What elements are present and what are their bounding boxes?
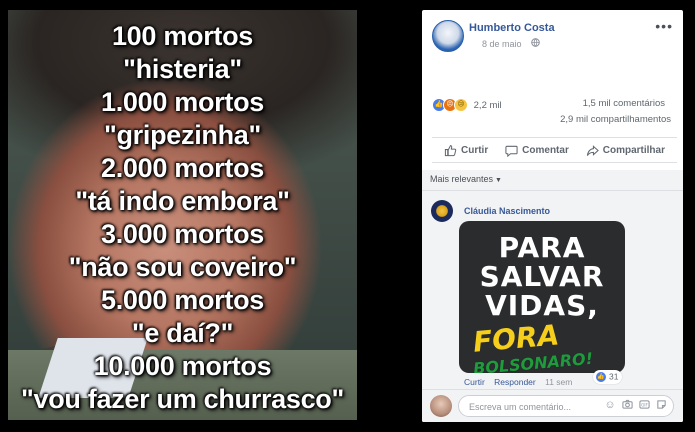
meme-line: 2.000 mortos [101,153,264,183]
reactions-summary[interactable]: 👍 😠 😢 2,2 mil 1,5 mil comentários [432,98,677,112]
share-button[interactable]: Compartilhar [578,140,673,161]
comment-button-label: Comentar [522,144,569,156]
sticker-line: PARA [498,231,586,264]
meme-line: 3.000 mortos [101,219,264,249]
post-action-bar: Curtir Comentar Compartilhar [432,137,677,163]
comment-button[interactable]: Comentar [497,140,577,161]
comment-actions: Curtir Responder 11 sem [464,377,579,387]
like-button[interactable]: Curtir [436,140,496,161]
comment-time[interactable]: 11 sem [545,377,572,387]
meme-line: "gripezinha" [103,120,262,150]
comment-reaction-count: 31 [609,371,619,382]
meme-line: "e daí?" [131,318,234,348]
meme-line: 1.000 mortos [101,87,264,117]
like-reaction-icon: 👍 [595,371,607,383]
sticker-icon[interactable] [655,399,667,411]
svg-text:GIF: GIF [641,402,648,407]
comment-reactions[interactable]: 👍 31 [593,370,623,384]
meme-line: "vou fazer um churrasco" [21,384,344,414]
meme-image[interactable]: 100 mortos "histeria" 1.000 mortos "grip… [8,10,357,420]
gif-icon[interactable]: GIF [638,399,650,411]
comment-filter-dropdown[interactable]: Mais relevantes ▼ [430,174,502,184]
sticker-line: SALVAR [479,260,605,293]
comment-like-link[interactable]: Curtir [464,377,485,387]
comment-input[interactable] [467,398,591,416]
comment-reply-link[interactable]: Responder [494,377,536,387]
post-date[interactable]: 8 de maio [482,39,522,49]
more-options-icon[interactable]: ••• [655,18,673,34]
current-user-avatar[interactable] [430,395,452,417]
share-icon [586,144,599,156]
camera-icon[interactable] [621,399,633,411]
author-avatar[interactable] [432,20,464,52]
sticker-line: VIDAS, [485,289,599,322]
meme-line: 10.000 mortos [93,351,272,381]
sad-reaction-icon: 😢 [454,98,468,112]
author-name[interactable]: Humberto Costa [469,22,555,34]
meme-line: 5.000 mortos [101,285,264,315]
reactions-count: 2,2 mil [473,99,502,111]
comment-input-wrapper[interactable]: ☺ GIF [458,395,674,417]
meme-caption: 100 mortos "histeria" 1.000 mortos "grip… [8,20,357,416]
divider [422,190,683,191]
meme-line: "não sou coveiro" [68,252,297,282]
meme-line: 100 mortos [111,21,254,51]
comment-composer: ☺ GIF [422,389,683,422]
comment-icon [505,145,518,157]
globe-icon [531,38,540,49]
emoji-icon[interactable]: ☺ [604,399,616,411]
commenter-name[interactable]: Cláudia Nascimento [464,206,550,216]
meme-line: "histeria" [123,54,242,84]
composer-icons: ☺ GIF [604,399,667,411]
comment-sticker-image[interactable]: PARA SALVAR VIDAS, FORA BOLSONARO! [459,221,625,373]
meme-line: "tá indo embora" [75,186,290,216]
comments-count[interactable]: 1,5 mil comentários [583,98,665,109]
shares-count[interactable]: 2,9 mil compartilhamentos [560,114,671,125]
post-panel: Humberto Costa 8 de maio ••• 👍 😠 😢 2,2 mil… [422,10,683,422]
post-header: Humberto Costa 8 de maio ••• [432,18,677,60]
thumbs-up-icon [444,144,457,156]
like-button-label: Curtir [461,144,489,156]
caret-down-icon: ▼ [495,177,502,184]
comment-filter-label: Mais relevantes [430,174,494,184]
commenter-avatar[interactable] [431,200,453,222]
share-button-label: Compartilhar [602,144,665,156]
